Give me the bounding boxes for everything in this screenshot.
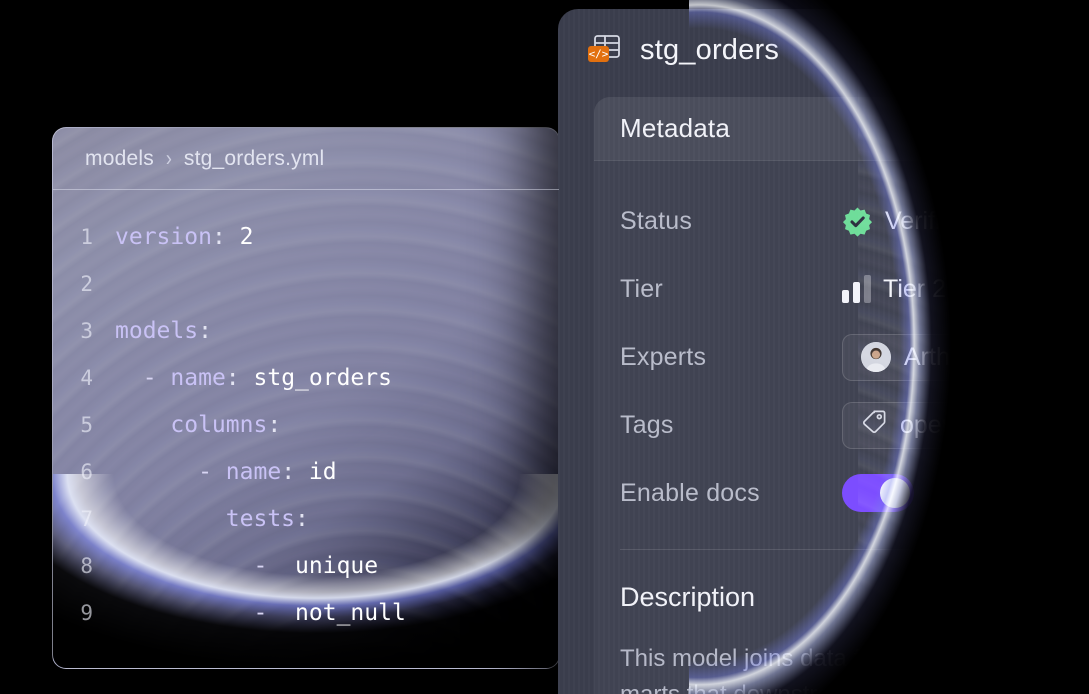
- expert-chip[interactable]: Arthur Dent: [842, 333, 1051, 381]
- status-label: Status: [620, 206, 693, 235]
- panel-header: </> stg_orders: [558, 9, 1089, 91]
- line-number: 8: [80, 554, 93, 578]
- metadata-row-tier: Tier Tier 2: [620, 255, 1089, 323]
- metadata-row-status: Status Verified: [620, 187, 1089, 255]
- code-line-text: - unique: [253, 553, 379, 579]
- tag-chip[interactable]: finance: [1060, 401, 1089, 449]
- description-title: Description: [620, 582, 756, 612]
- tags-label: Tags: [620, 410, 674, 439]
- breadcrumb-root[interactable]: models: [85, 147, 154, 171]
- breadcrumb: models › stg_orders.yml: [53, 128, 559, 190]
- line-number: 9: [80, 601, 93, 625]
- code-line-text: version: 2: [115, 224, 254, 250]
- code-line: 7 tests:: [53, 496, 559, 543]
- code-line-text: - name: id: [198, 459, 337, 485]
- tag-icon: [1080, 409, 1089, 442]
- chevron-right-icon: ›: [165, 145, 172, 171]
- line-number: 2: [80, 272, 93, 296]
- bar-chart-icon: [842, 275, 871, 303]
- experts-label: Experts: [620, 342, 707, 371]
- code-line-text: - name: stg_orders: [142, 365, 392, 391]
- screenshot-stage: models › stg_orders.yml 1 version: 2 2 3 mod…: [0, 0, 1089, 694]
- enable-docs-toggle[interactable]: [842, 474, 914, 512]
- tag-name: operations: [900, 410, 1017, 439]
- line-number: 1: [80, 225, 93, 249]
- metadata-card: Metadata Status Verified Tier Tier 2 Exp…: [594, 97, 1089, 694]
- status-badge: Verified: [885, 206, 969, 235]
- line-number: 4: [80, 366, 93, 390]
- code-line: 3 models:: [53, 308, 559, 355]
- svg-text:</>: </>: [589, 48, 609, 61]
- tag-chip[interactable]: operations: [842, 401, 1036, 449]
- avatar: [861, 342, 891, 372]
- code-line: 1 version: 2: [53, 214, 559, 261]
- enable-docs-value-group: [842, 474, 914, 512]
- experts-chip-list: Arthur Dent: [842, 333, 1051, 381]
- code-line: 8 - unique: [53, 543, 559, 590]
- line-number: 3: [80, 319, 93, 343]
- table-code-icon: </>: [588, 34, 622, 66]
- metadata-rows: Status Verified Tier Tier 2 Experts Arth…: [594, 161, 1089, 527]
- line-number: 5: [80, 413, 93, 437]
- code-line: 5 columns:: [53, 402, 559, 449]
- code-line: 4 - name: stg_orders: [53, 355, 559, 402]
- tier-value: Tier 2: [883, 274, 946, 303]
- tier-label: Tier: [620, 274, 663, 303]
- tags-chip-list: operations finance: [842, 401, 1089, 449]
- metadata-row-enable-docs: Enable docs: [620, 459, 1089, 527]
- tag-icon: [861, 409, 887, 442]
- code-line: 6 - name: id: [53, 449, 559, 496]
- code-line-text: tests:: [225, 506, 309, 532]
- metadata-card-header: Metadata: [594, 97, 1089, 161]
- status-value-group[interactable]: Verified: [842, 206, 968, 237]
- code-line: 2: [53, 261, 559, 308]
- code-line-text: columns:: [170, 412, 282, 438]
- metadata-card-title: Metadata: [620, 113, 731, 143]
- metadata-row-experts: Experts Arthur Dent: [620, 323, 1089, 391]
- verified-badge-icon: [842, 206, 873, 237]
- metadata-panel: </> stg_orders Metadata Status Verified …: [558, 9, 1089, 694]
- page-title: stg_orders: [640, 33, 780, 66]
- description-body: This model joins data from the upstream …: [620, 645, 1049, 694]
- code-line-text: models:: [115, 318, 212, 344]
- code-editor-panel: models › stg_orders.yml 1 version: 2 2 3 mod…: [52, 127, 560, 669]
- line-number: 7: [80, 507, 93, 531]
- enable-docs-label: Enable docs: [620, 478, 760, 507]
- code-content[interactable]: 1 version: 2 2 3 models: 4 - name: stg_orders…: [53, 190, 559, 637]
- metadata-row-tags: Tags operations: [620, 391, 1089, 459]
- description-section: Description This model joins data from t…: [594, 550, 1089, 694]
- comment-icon[interactable]: [1038, 35, 1070, 65]
- breadcrumb-file[interactable]: stg_orders.yml: [184, 147, 325, 171]
- tier-value-group[interactable]: Tier 2: [842, 275, 946, 304]
- expert-name: Arthur Dent: [904, 342, 1032, 371]
- code-line: 9 - not_null: [53, 590, 559, 637]
- code-line-text: - not_null: [253, 600, 406, 626]
- line-number: 6: [80, 460, 93, 484]
